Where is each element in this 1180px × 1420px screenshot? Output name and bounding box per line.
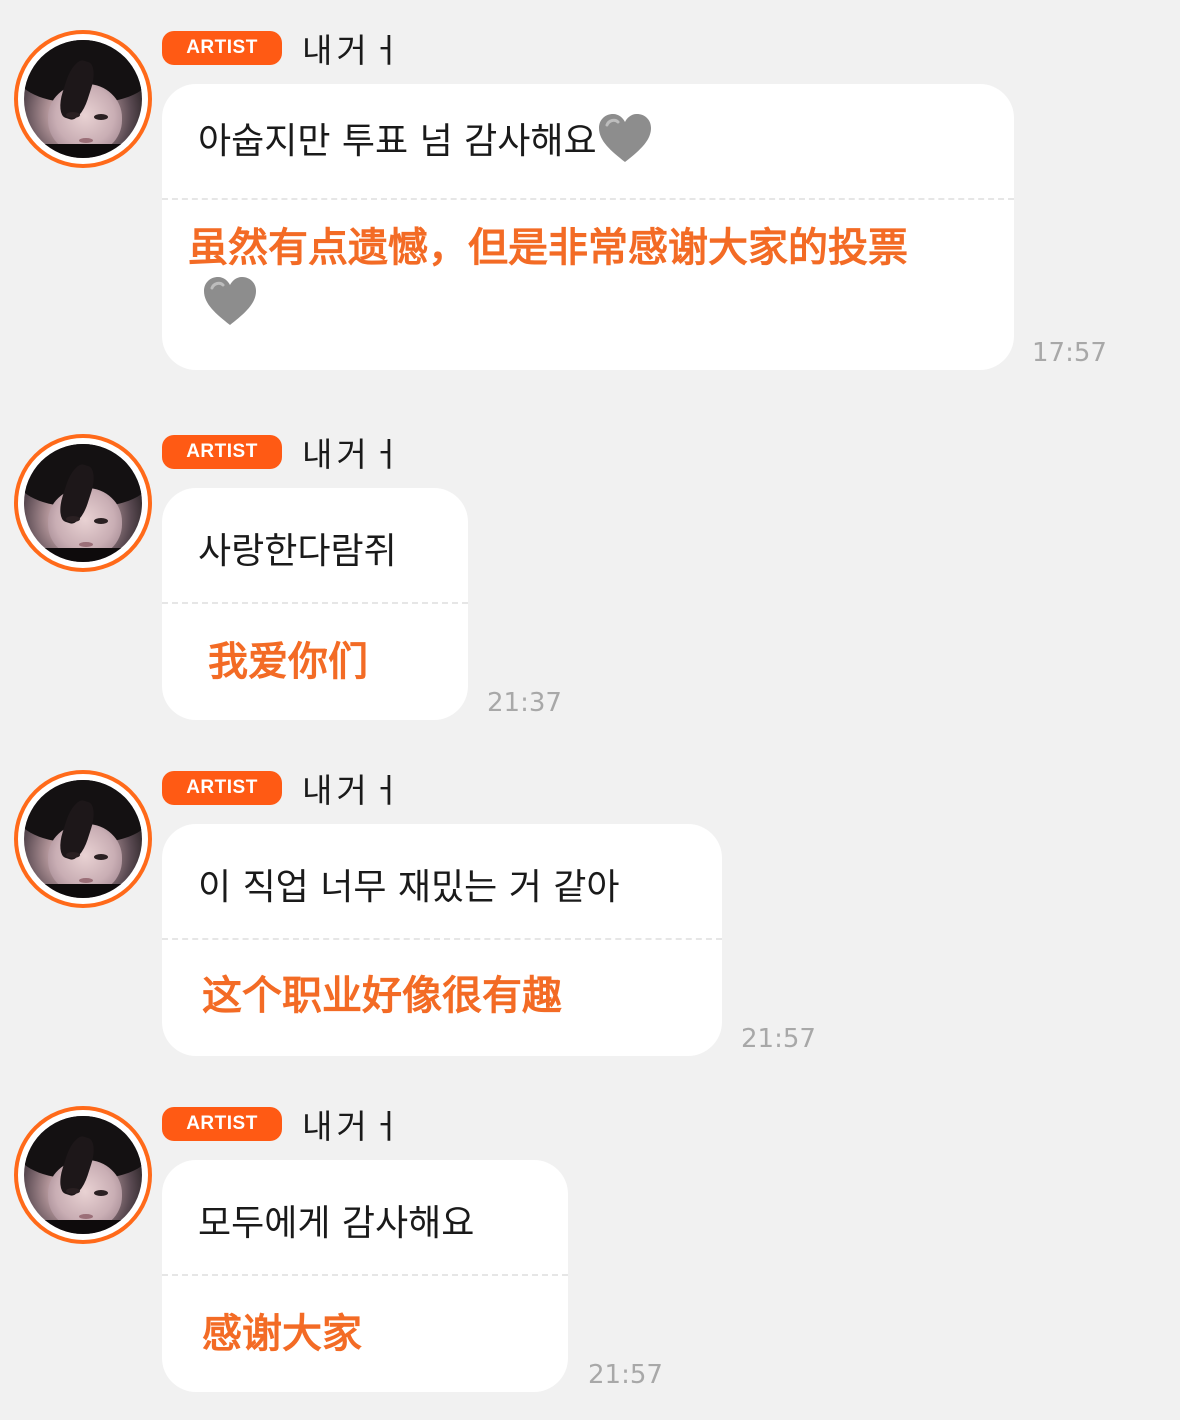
chat-message: ARTIST 내거ㅓ 이 직업 너무 재밌는 거 같아 这个职业好像很有趣 21…: [0, 770, 1180, 1070]
divider: [162, 602, 468, 604]
message-text-chinese: 感谢大家: [202, 1311, 362, 1357]
message-bubble[interactable]: 이 직업 너무 재밌는 거 같아 这个职业好像很有趣: [162, 824, 722, 1056]
artist-badge: ARTIST: [162, 1107, 282, 1141]
chat-message: ARTIST 내거ㅓ 모두에게 감사해요 感谢大家 21:57: [0, 1106, 1180, 1406]
divider: [162, 198, 1014, 200]
sender-row: ARTIST 내거ㅓ: [162, 30, 405, 70]
message-bubble[interactable]: 모두에게 감사해요 感谢大家: [162, 1160, 568, 1392]
sender-row: ARTIST 내거ㅓ: [162, 770, 405, 810]
sender-name[interactable]: 내거ㅓ: [302, 1100, 405, 1148]
avatar[interactable]: [14, 434, 152, 572]
message-timestamp: 21:57: [741, 1024, 816, 1054]
message-text-korean: 이 직업 너무 재밌는 거 같아: [198, 867, 620, 908]
message-text-korean: 아숩지만 투표 넘 감사해요: [198, 112, 653, 174]
grey-heart-icon: [597, 113, 653, 174]
sender-row: ARTIST 내거ㅓ: [162, 1106, 405, 1146]
avatar[interactable]: [14, 1106, 152, 1244]
message-bubble[interactable]: 사랑한다람쥐 我爱你们: [162, 488, 468, 720]
artist-badge: ARTIST: [162, 435, 282, 469]
message-timestamp: 21:57: [588, 1360, 663, 1390]
grey-heart-icon: [202, 276, 258, 343]
sender-name[interactable]: 내거ㅓ: [302, 428, 405, 476]
message-timestamp: 17:57: [1032, 338, 1107, 368]
message-text-korean: 사랑한다람쥐: [198, 531, 397, 572]
chat-message: ARTIST 내거ㅓ 아숩지만 투표 넘 감사해요 虽然有点遗憾，但是非常感谢大…: [0, 30, 1180, 390]
message-text-korean: 모두에게 감사해요: [198, 1203, 475, 1244]
sender-row: ARTIST 내거ㅓ: [162, 434, 405, 474]
divider: [162, 1274, 568, 1276]
message-bubble[interactable]: 아숩지만 투표 넘 감사해요 虽然有点遗憾，但是非常感谢大家的投票: [162, 84, 1014, 370]
chat-message: ARTIST 내거ㅓ 사랑한다람쥐 我爱你们 21:37: [0, 434, 1180, 734]
message-text-chinese: 这个职业好像很有趣: [202, 973, 562, 1019]
avatar[interactable]: [14, 30, 152, 168]
message-text-chinese: 虽然有点遗憾，但是非常感谢大家的投票: [188, 220, 1008, 343]
artist-badge: ARTIST: [162, 771, 282, 805]
artist-badge: ARTIST: [162, 31, 282, 65]
sender-name[interactable]: 내거ㅓ: [302, 764, 405, 812]
divider: [162, 938, 722, 940]
message-timestamp: 21:37: [487, 688, 562, 718]
sender-name[interactable]: 내거ㅓ: [302, 24, 405, 72]
message-text-chinese: 我爱你们: [208, 639, 368, 685]
avatar[interactable]: [14, 770, 152, 908]
